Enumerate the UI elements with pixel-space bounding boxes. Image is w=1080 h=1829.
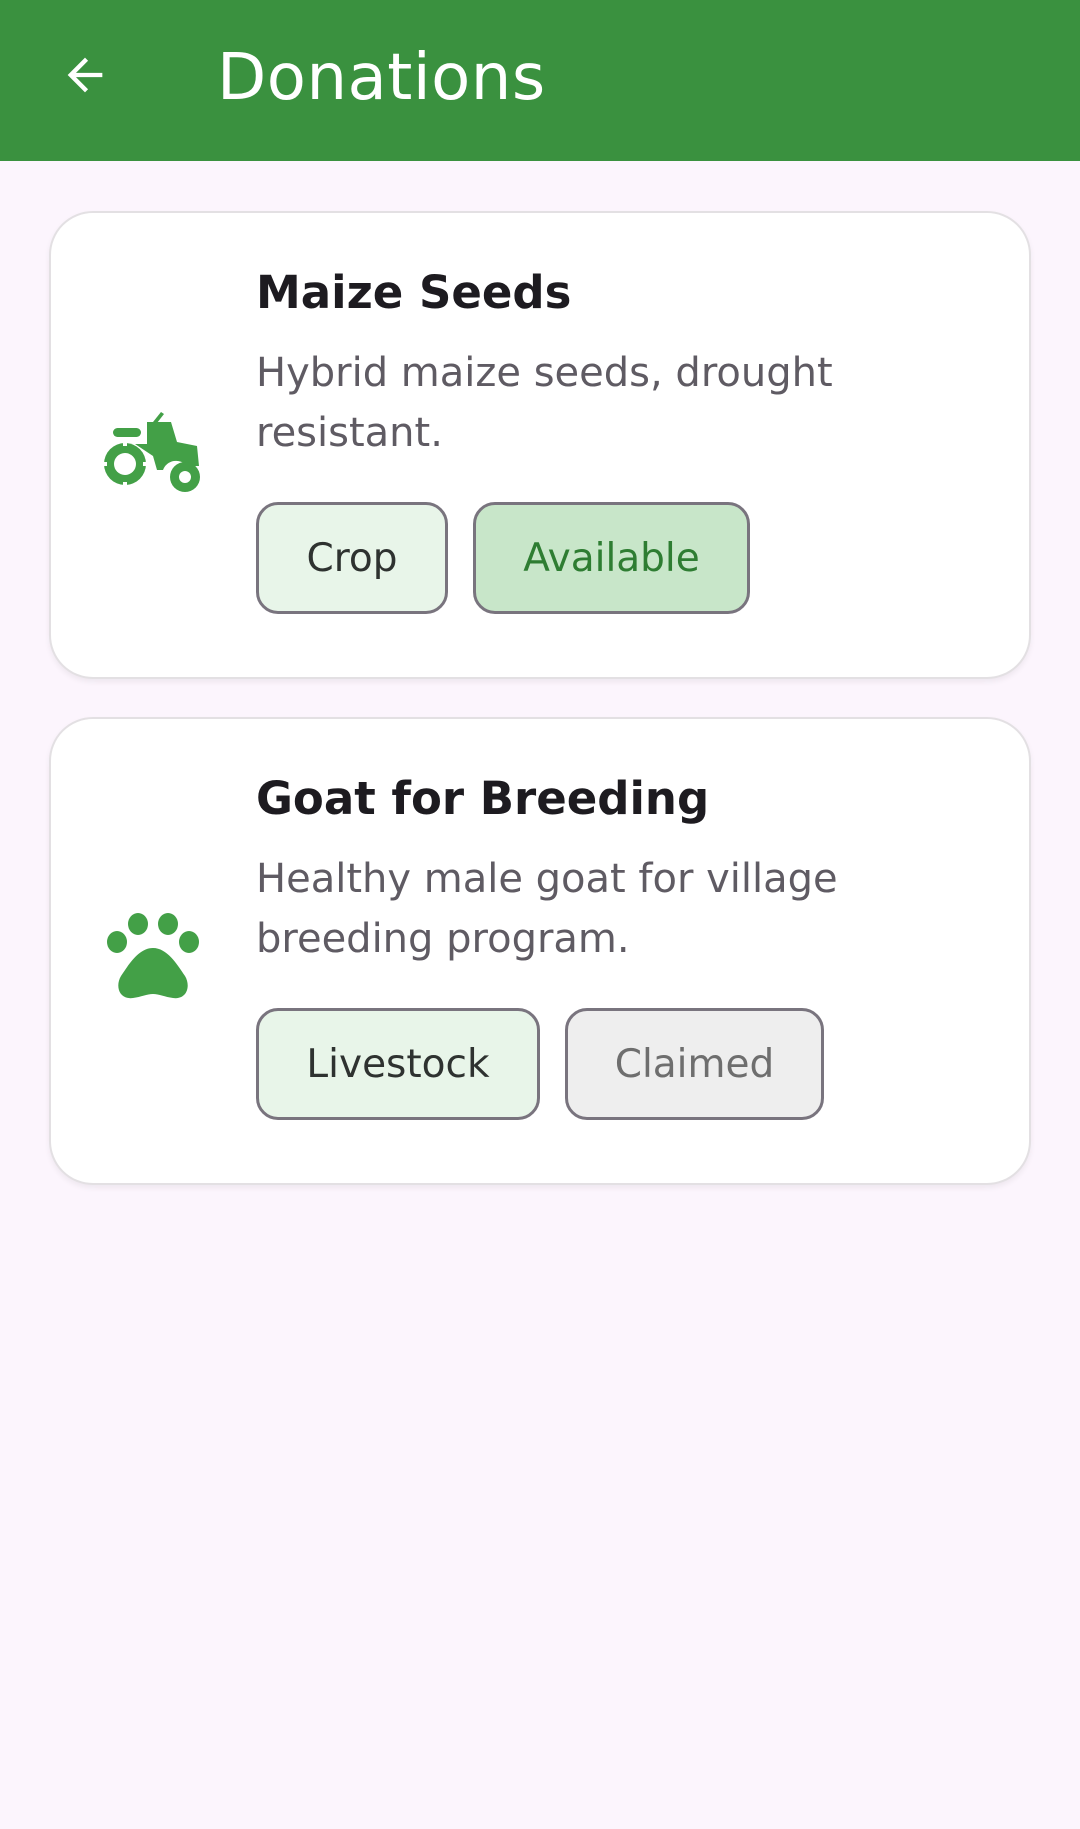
status-chip[interactable]: Available	[473, 502, 750, 614]
category-chip[interactable]: Crop	[256, 502, 448, 614]
donation-card[interactable]: Maize Seeds Hybrid maize seeds, drought …	[49, 211, 1031, 679]
arrow-back-icon	[59, 49, 111, 106]
tractor-icon	[101, 398, 205, 502]
page-title: Donations	[217, 41, 546, 115]
status-chip[interactable]: Claimed	[565, 1008, 824, 1120]
donation-description: Hybrid maize seeds, drought resistant.	[256, 350, 833, 456]
paw-icon	[101, 904, 205, 1008]
donation-title: Goat for Breeding	[256, 772, 710, 825]
donation-description: Healthy male goat for village breeding p…	[256, 856, 838, 962]
category-chip[interactable]: Livestock	[256, 1008, 540, 1120]
donation-card[interactable]: Goat for Breeding Healthy male goat for …	[49, 717, 1031, 1185]
app-bar: Donations	[0, 0, 1080, 161]
donation-title: Maize Seeds	[256, 266, 572, 319]
back-button[interactable]	[48, 40, 122, 114]
